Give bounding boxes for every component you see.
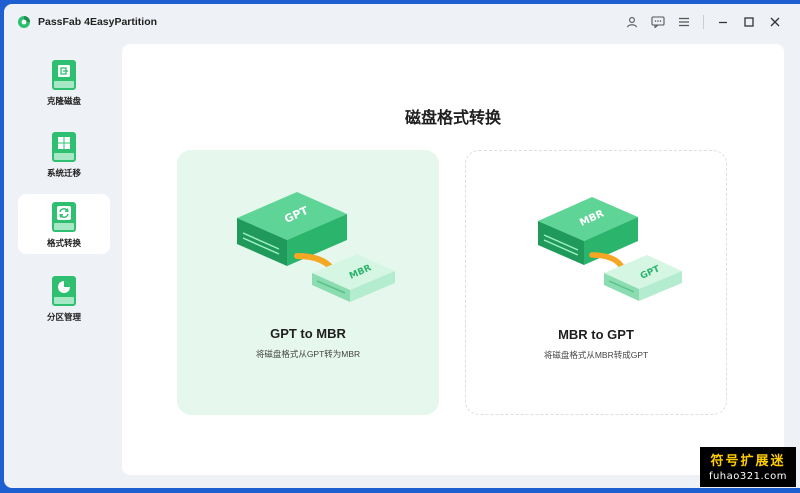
- watermark-url: fuhao321.com: [708, 471, 788, 482]
- sidebar: 克隆磁盘 系统迁移 格式转换 分区管理: [4, 42, 122, 482]
- maximize-icon[interactable]: [740, 13, 758, 31]
- app-window: PassFab 4EasyPartition 克隆磁盘 系统迁移 格式转换 分区…: [4, 4, 800, 488]
- main-panel: 磁盘格式转换 GPT MBR GPT to MBR 将磁盘格式从GPT转为MBR…: [122, 44, 784, 475]
- sidebar-item-label: 格式转换: [46, 238, 81, 248]
- gpt-to-mbr-illustration: GPT MBR: [237, 192, 395, 302]
- sidebar-item-label: 分区管理: [46, 312, 81, 322]
- card-title: GPT to MBR: [270, 326, 346, 341]
- feedback-icon[interactable]: [649, 13, 667, 31]
- sidebar-item-clone-disk[interactable]: 克隆磁盘: [18, 52, 110, 112]
- user-icon[interactable]: [623, 13, 641, 31]
- card-description: 将磁盘格式从GPT转为MBR: [255, 349, 361, 359]
- card-title: MBR to GPT: [558, 327, 634, 342]
- minimize-icon[interactable]: [714, 13, 732, 31]
- sidebar-item-label: 系统迁移: [46, 168, 81, 178]
- titlebar-divider: [703, 15, 704, 29]
- card-description: 将磁盘格式从MBR转成GPT: [543, 350, 649, 360]
- page-title: 磁盘格式转换: [404, 110, 501, 127]
- clone-disk-icon: [52, 60, 76, 90]
- sidebar-item-format-convert[interactable]: 格式转换: [18, 194, 110, 254]
- app-logo-icon: [18, 16, 30, 28]
- menu-icon[interactable]: [675, 13, 693, 31]
- titlebar-controls: [615, 13, 784, 31]
- gpt-to-mbr-card[interactable]: GPT MBR GPT to MBR 将磁盘格式从GPT转为MBR: [177, 150, 439, 415]
- sidebar-item-system-migrate[interactable]: 系统迁移: [18, 124, 110, 184]
- sidebar-item-label: 克隆磁盘: [46, 96, 81, 106]
- titlebar: PassFab 4EasyPartition: [4, 4, 800, 42]
- format-convert-icon: [52, 202, 76, 232]
- watermark-title: 符号扩展迷: [710, 454, 786, 469]
- system-migrate-icon: [52, 132, 76, 162]
- app-title: PassFab 4EasyPartition: [38, 16, 158, 28]
- mbr-to-gpt-card[interactable]: MBR GPT MBR to GPT 将磁盘格式从MBR转成GPT: [465, 150, 727, 415]
- partition-manage-icon: [52, 276, 76, 306]
- close-icon[interactable]: [766, 13, 784, 31]
- site-watermark: 符号扩展迷 fuhao321.com: [700, 447, 796, 487]
- sidebar-item-partition-manage[interactable]: 分区管理: [18, 268, 110, 328]
- mbr-to-gpt-illustration: MBR GPT: [538, 197, 682, 301]
